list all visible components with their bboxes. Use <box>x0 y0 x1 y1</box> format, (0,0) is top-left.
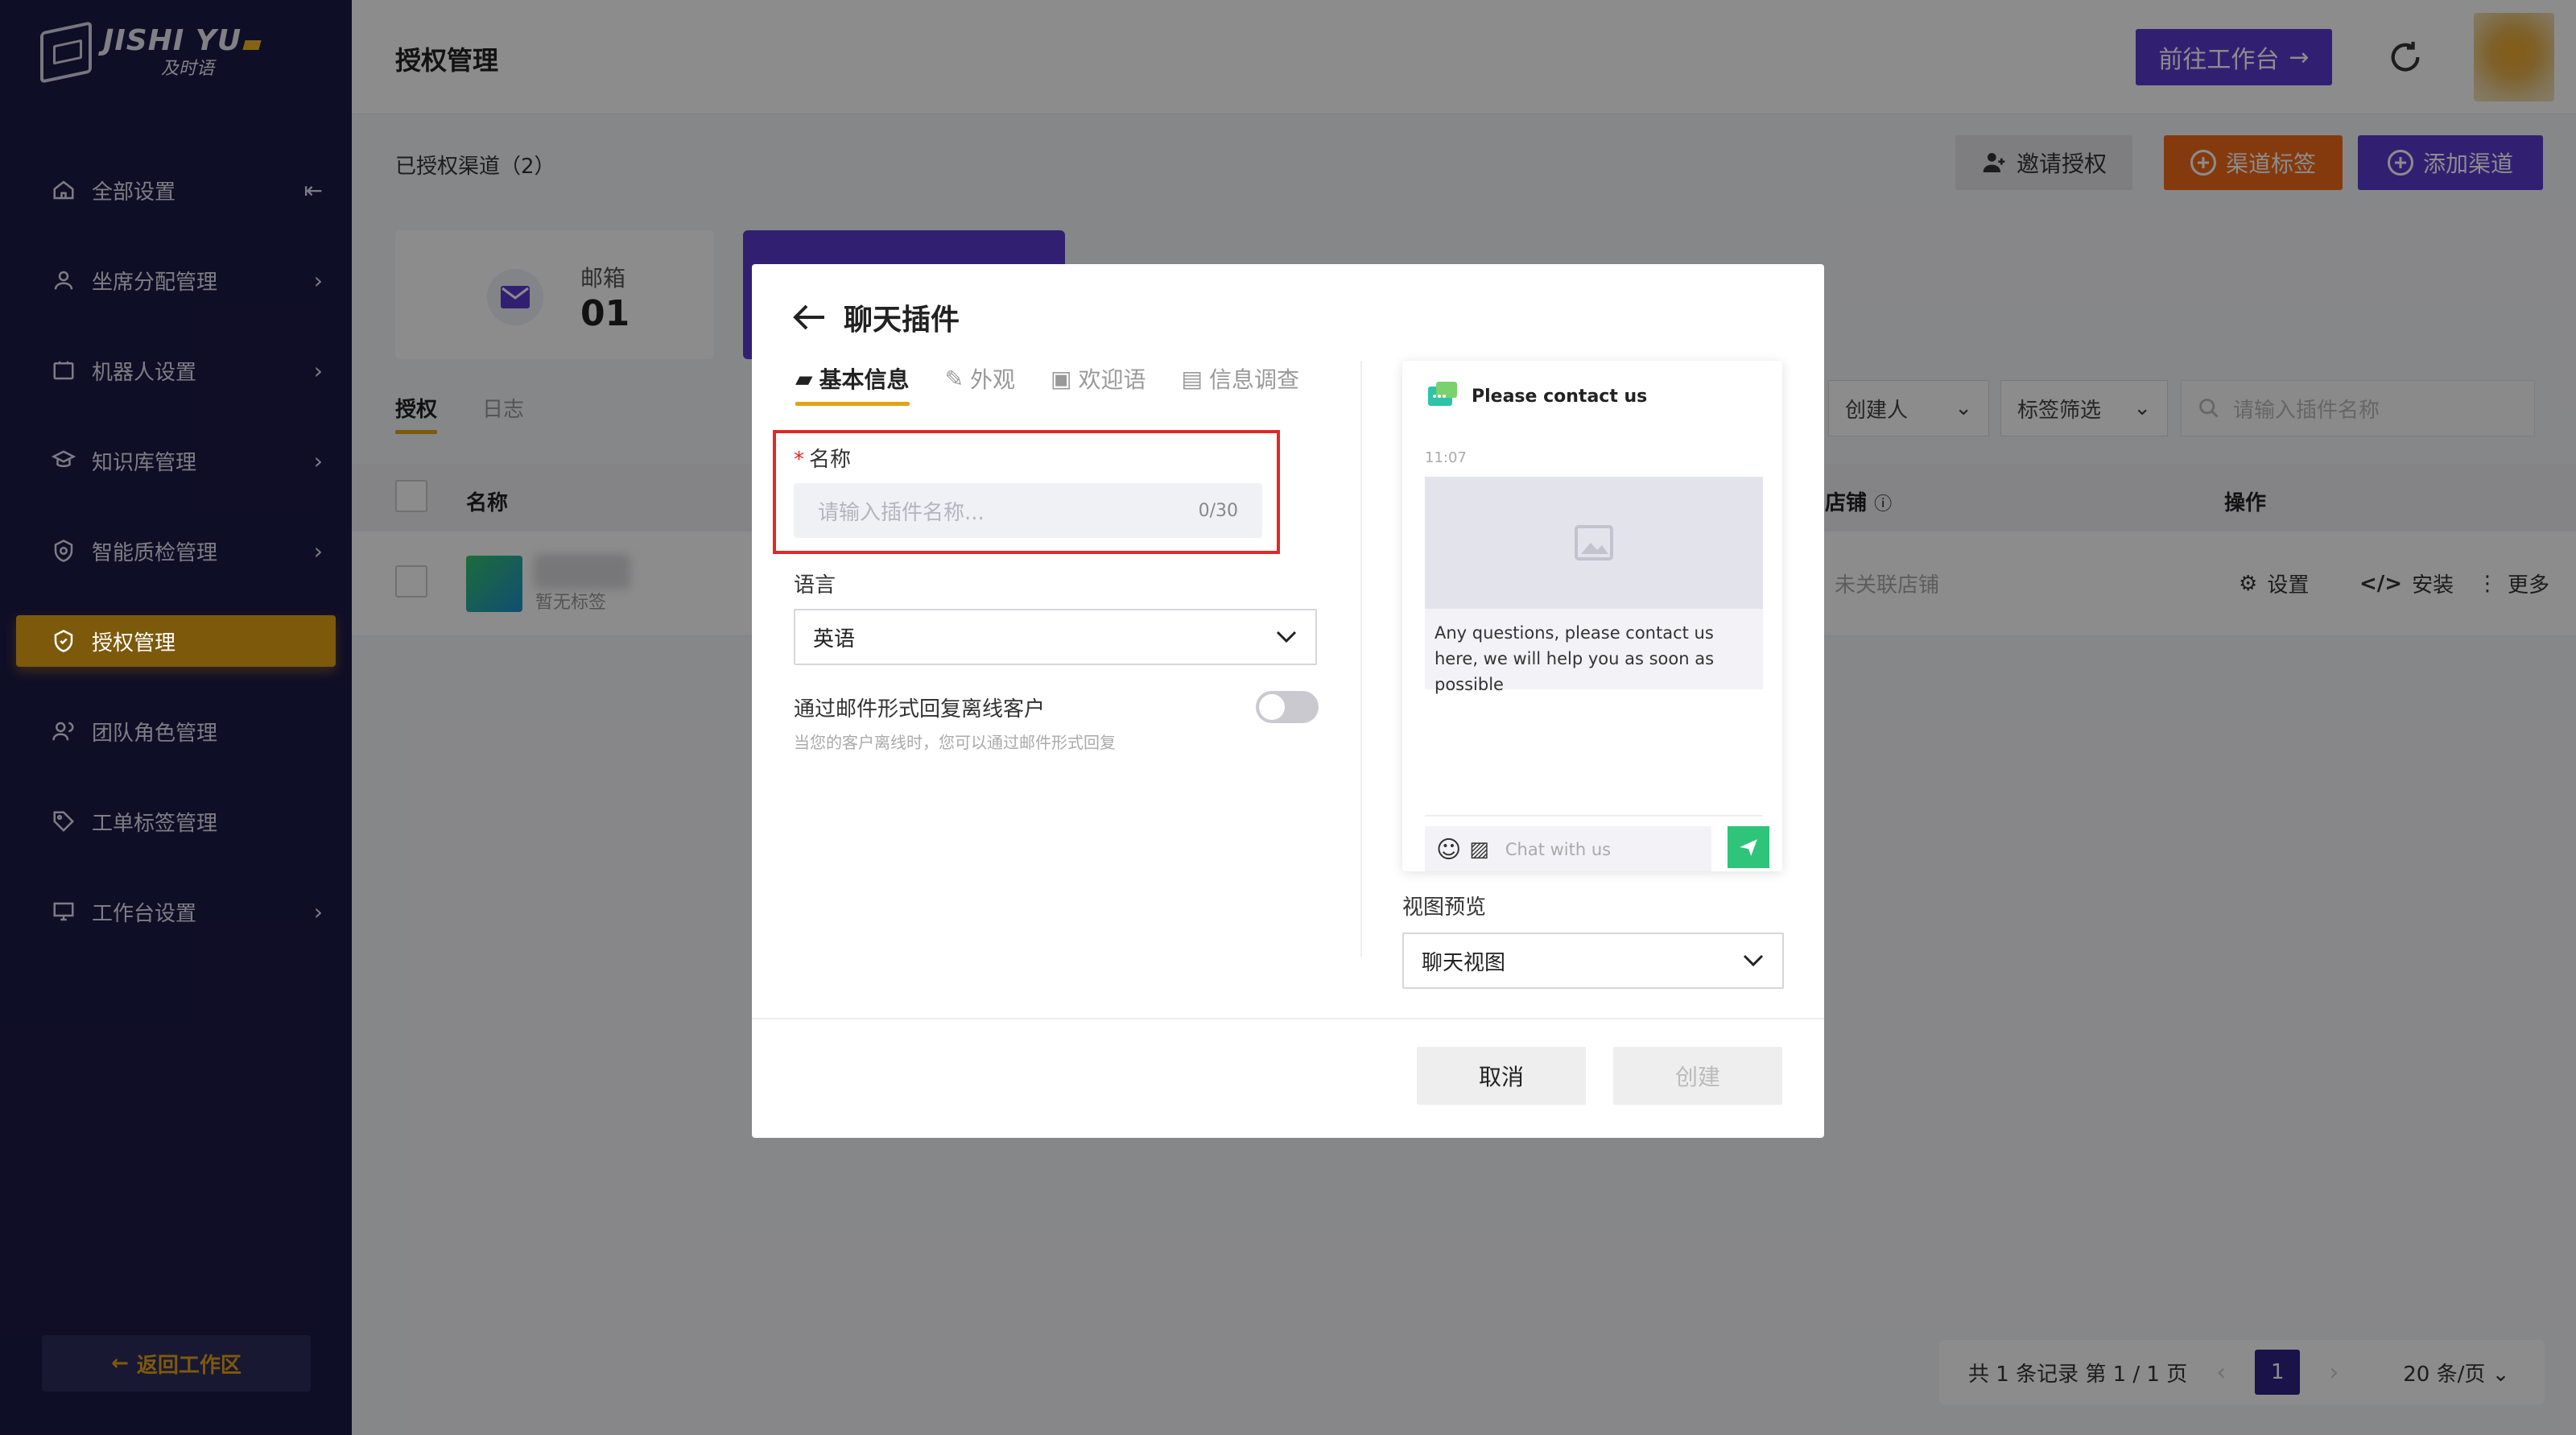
modal-title: 聊天插件 <box>844 304 960 337</box>
preview-message-card: Any questions, please contact us here, w… <box>1425 477 1763 694</box>
name-label: * 名称 <box>794 448 852 472</box>
preview-message: Any questions, please contact us here, w… <box>1435 623 1715 694</box>
email-reply-label: 通过邮件形式回复离线客户 <box>794 697 1046 722</box>
tab-appearance[interactable]: ✎ 外观 <box>945 362 1015 395</box>
chevron-down-icon <box>1276 631 1297 643</box>
name-input[interactable]: 请输入插件名称... 0/30 <box>794 483 1262 538</box>
clipboard-icon: ▤ <box>1181 365 1203 392</box>
view-select[interactable]: 聊天视图 <box>1402 933 1784 989</box>
send-icon <box>1728 826 1769 868</box>
emoji-icon: ☺ <box>1436 835 1462 864</box>
view-preview-label: 视图预览 <box>1402 895 1487 920</box>
divider <box>752 1018 1824 1019</box>
preview-time: 11:07 <box>1425 449 1467 466</box>
language-select[interactable]: 英语 <box>794 609 1317 665</box>
chevron-down-icon <box>1743 954 1764 967</box>
modal-header: 聊天插件 <box>792 296 960 338</box>
back-arrow-icon[interactable] <box>792 303 826 332</box>
name-counter: 0/30 <box>1198 500 1238 521</box>
image-placeholder-icon <box>1425 477 1763 609</box>
preview-input-placeholder: Chat with us <box>1505 840 1612 859</box>
image-icon: ▨ <box>1469 837 1489 862</box>
tab-basic-info[interactable]: ▰ 基本信息 <box>795 362 910 406</box>
name-placeholder: 请输入插件名称... <box>818 500 985 525</box>
preview-title: Please contact us <box>1472 386 1648 407</box>
cancel-button[interactable]: 取消 <box>1417 1047 1586 1105</box>
divider <box>1425 815 1763 817</box>
tab-welcome[interactable]: ▣ 欢迎语 <box>1051 362 1146 395</box>
chat-preview: Please contact us 11:07 Any questions, p… <box>1402 361 1782 871</box>
divider <box>1360 361 1362 957</box>
email-reply-toggle[interactable] <box>1256 691 1319 723</box>
shield-icon <box>52 629 76 653</box>
preview-chat-input: ☺ ▨ Chat with us <box>1425 826 1711 871</box>
view-value: 聊天视图 <box>1422 950 1506 975</box>
text-icon: ▣ <box>1051 365 1072 392</box>
chat-icon: ▰ <box>795 365 813 392</box>
chat-plugin-modal: 聊天插件 ▰ 基本信息 ✎ 外观 ▣ 欢迎语 ▤ 信息调查 * 名称 请输入插件名… <box>752 264 1824 1138</box>
tab-survey[interactable]: ▤ 信息调查 <box>1182 362 1299 395</box>
modal-tabs: ▰ 基本信息 ✎ 外观 ▣ 欢迎语 ▤ 信息调查 <box>795 362 1299 406</box>
sidebar-item-label: 授权管理 <box>92 631 176 655</box>
create-button[interactable]: 创建 <box>1613 1047 1782 1105</box>
brush-icon: ✎ <box>944 365 964 392</box>
chat-bubble-icon <box>1428 382 1457 406</box>
email-reply-hint: 当您的客户离线时，您可以通过邮件形式回复 <box>794 733 1116 752</box>
preview-header: Please contact us <box>1425 378 1647 414</box>
language-label: 语言 <box>794 573 836 598</box>
language-value: 英语 <box>813 627 856 651</box>
